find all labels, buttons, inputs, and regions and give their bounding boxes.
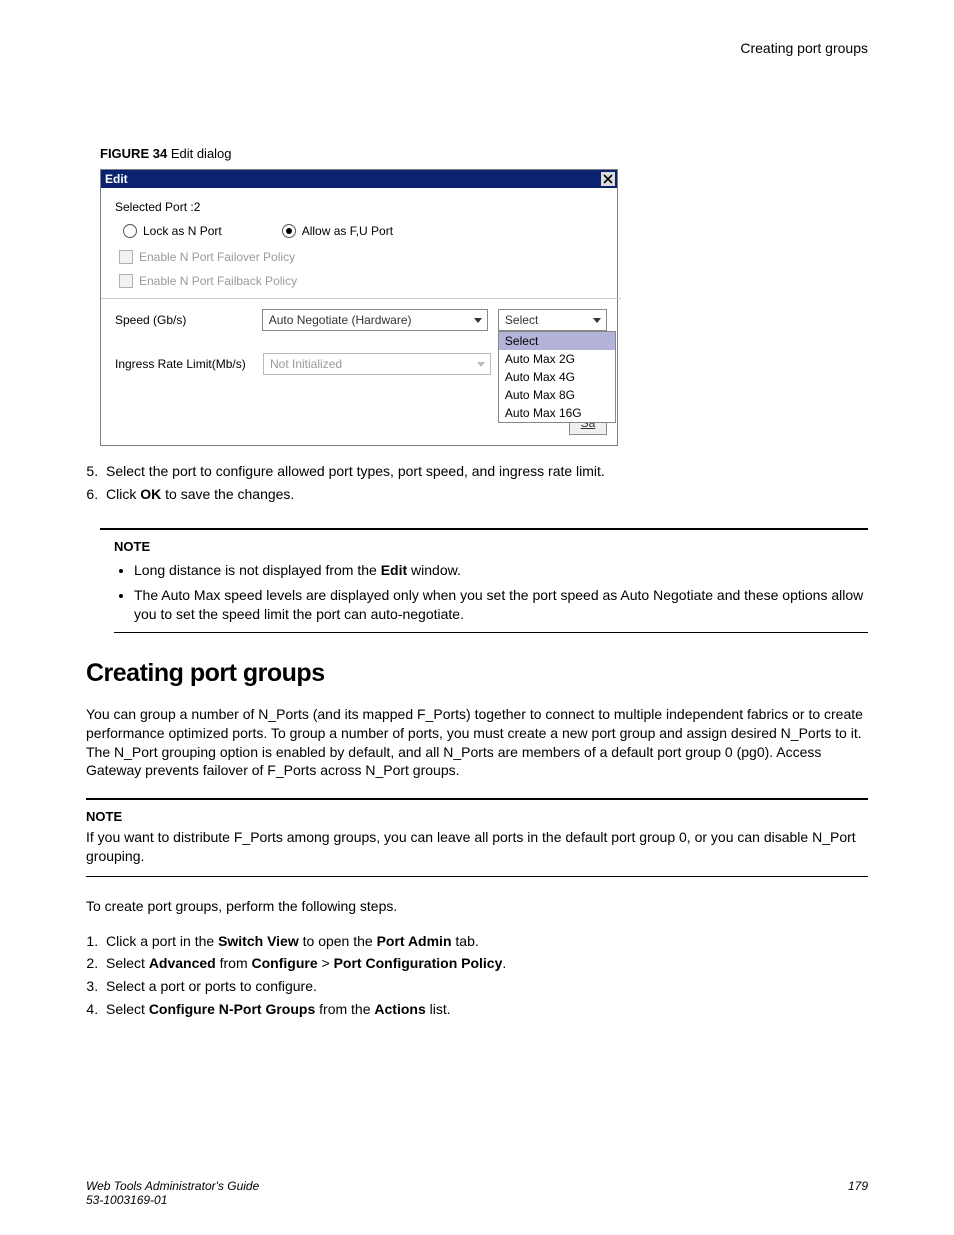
paragraph: If you want to distribute F_Ports among … bbox=[86, 828, 868, 866]
note-heading: NOTE bbox=[86, 808, 868, 826]
section-heading: Creating port groups bbox=[86, 657, 868, 691]
caret-down-icon bbox=[476, 359, 486, 369]
note-bullet: Long distance is not displayed from the … bbox=[134, 561, 868, 580]
text: window. bbox=[407, 562, 461, 578]
step-5: Select the port to configure allowed por… bbox=[102, 462, 868, 481]
radio-allow-fu-port[interactable]: Allow as F,U Port bbox=[282, 224, 393, 238]
radio-lock-n-port[interactable]: Lock as N Port bbox=[123, 224, 222, 238]
automax-dropdown: Select Auto Max 2G Auto Max 4G Auto Max … bbox=[498, 331, 616, 423]
text-bold: OK bbox=[140, 486, 161, 502]
selected-port-label: Selected Port :2 bbox=[115, 200, 607, 214]
text: . bbox=[502, 955, 506, 971]
dialog-title: Edit bbox=[105, 172, 128, 186]
paragraph: To create port groups, perform the follo… bbox=[86, 897, 868, 916]
radio-label: Lock as N Port bbox=[143, 224, 222, 238]
footer-left: Web Tools Administrator's Guide 53-10031… bbox=[86, 1179, 259, 1207]
text: from the bbox=[315, 1001, 374, 1017]
radio-label: Allow as F,U Port bbox=[302, 224, 393, 238]
text: Long distance is not displayed from the bbox=[134, 562, 381, 578]
caret-down-icon bbox=[592, 315, 602, 325]
checkbox-label: Enable N Port Failback Policy bbox=[139, 274, 297, 288]
text: from bbox=[216, 955, 252, 971]
footer-doc-title: Web Tools Administrator's Guide bbox=[86, 1179, 259, 1193]
text-bold: Advanced bbox=[149, 955, 216, 971]
text: tab. bbox=[452, 933, 479, 949]
text: list. bbox=[426, 1001, 451, 1017]
speed-label: Speed (Gb/s) bbox=[115, 313, 262, 327]
text-bold: Port Admin bbox=[377, 933, 452, 949]
dropdown-option[interactable]: Select bbox=[499, 332, 615, 350]
checkbox-failover-policy[interactable]: Enable N Port Failover Policy bbox=[119, 250, 607, 264]
checkbox-icon bbox=[119, 250, 133, 264]
text: to save the changes. bbox=[161, 486, 294, 502]
text-bold: Actions bbox=[374, 1001, 425, 1017]
checkbox-label: Enable N Port Failover Policy bbox=[139, 250, 295, 264]
close-icon bbox=[603, 174, 613, 184]
combo-value: Not Initialized bbox=[270, 357, 342, 371]
text-bold: Port Configuration Policy bbox=[334, 955, 503, 971]
ingress-label: Ingress Rate Limit(Mb/s) bbox=[115, 357, 263, 371]
text: Click a port in the bbox=[106, 933, 218, 949]
text: Select bbox=[106, 955, 149, 971]
edit-dialog: Edit Selected Port :2 Lock as N Port All… bbox=[100, 169, 618, 446]
speed-combo[interactable]: Auto Negotiate (Hardware) bbox=[262, 309, 488, 331]
caret-down-icon bbox=[473, 315, 483, 325]
combo-value: Select bbox=[505, 313, 538, 327]
figure-label: FIGURE 34 bbox=[100, 146, 167, 161]
page-number: 179 bbox=[848, 1179, 868, 1207]
text: Click bbox=[106, 486, 140, 502]
figure-caption: FIGURE 34 Edit dialog bbox=[100, 146, 868, 161]
dialog-titlebar[interactable]: Edit bbox=[101, 170, 617, 188]
text-bold: Configure bbox=[252, 955, 318, 971]
dropdown-option[interactable]: Auto Max 16G bbox=[499, 404, 615, 422]
figure-caption-text: Edit dialog bbox=[171, 146, 232, 161]
radio-icon bbox=[123, 224, 137, 238]
footer-doc-number: 53-1003169-01 bbox=[86, 1193, 259, 1207]
note-heading: NOTE bbox=[114, 538, 868, 556]
text: to open the bbox=[299, 933, 377, 949]
text: Select bbox=[106, 1001, 149, 1017]
dropdown-option[interactable]: Auto Max 2G bbox=[499, 350, 615, 368]
text-bold: Switch View bbox=[218, 933, 299, 949]
combo-value: Auto Negotiate (Hardware) bbox=[269, 313, 412, 327]
running-header: Creating port groups bbox=[86, 40, 868, 56]
automax-select[interactable]: Select bbox=[498, 309, 607, 331]
checkbox-icon bbox=[119, 274, 133, 288]
note-bullet: The Auto Max speed levels are displayed … bbox=[134, 586, 868, 624]
step-2: Select Advanced from Configure > Port Co… bbox=[102, 954, 868, 973]
step-3: Select a port or ports to configure. bbox=[102, 977, 868, 996]
step-4: Select Configure N-Port Groups from the … bbox=[102, 1000, 868, 1019]
dropdown-option[interactable]: Auto Max 4G bbox=[499, 368, 615, 386]
dropdown-option[interactable]: Auto Max 8G bbox=[499, 386, 615, 404]
step-1: Click a port in the Switch View to open … bbox=[102, 932, 868, 951]
radio-icon bbox=[282, 224, 296, 238]
step-6: Click OK to save the changes. bbox=[102, 485, 868, 504]
close-button[interactable] bbox=[601, 172, 615, 186]
text: > bbox=[318, 955, 334, 971]
paragraph: You can group a number of N_Ports (and i… bbox=[86, 705, 868, 781]
ingress-combo[interactable]: Not Initialized bbox=[263, 353, 491, 375]
text-bold: Edit bbox=[381, 562, 407, 578]
checkbox-failback-policy[interactable]: Enable N Port Failback Policy bbox=[119, 274, 607, 288]
text-bold: Configure N-Port Groups bbox=[149, 1001, 315, 1017]
